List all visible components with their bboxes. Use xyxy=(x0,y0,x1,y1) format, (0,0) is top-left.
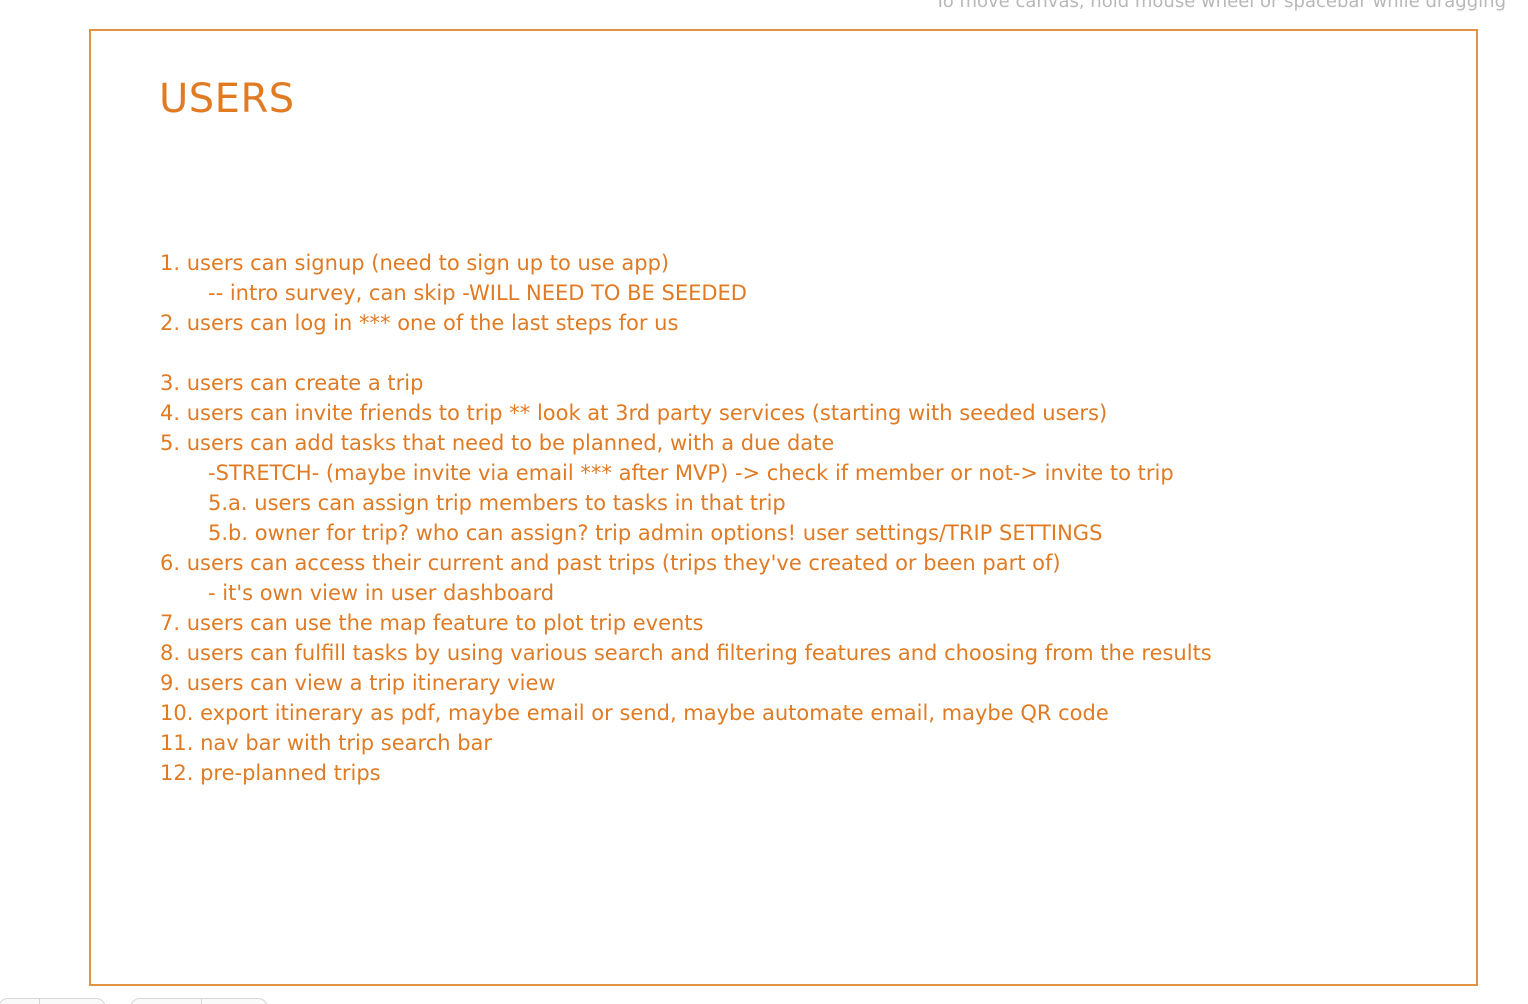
note-line: 10. export itinerary as pdf, maybe email… xyxy=(160,701,1109,725)
blank-line xyxy=(160,338,1212,368)
note-line: 1. users can signup (need to sign up to … xyxy=(160,251,670,275)
note-line: 3. users can create a trip xyxy=(160,371,424,395)
note-line: - it's own view in user dashboard xyxy=(208,581,555,605)
undo-redo-control-group xyxy=(130,998,268,1004)
note-line: 9. users can view a trip itinerary view xyxy=(160,671,556,695)
note-line: 5. users can add tasks that need to be p… xyxy=(160,431,835,455)
note-line: 4. users can invite friends to trip ** l… xyxy=(160,401,1108,425)
drawing-canvas[interactable]: USERS 1. users can signup (need to sign … xyxy=(0,0,1528,1004)
note-line: -STRETCH- (maybe invite via email *** af… xyxy=(208,461,1174,485)
note-line: 7. users can use the map feature to plot… xyxy=(160,611,704,635)
user-stories-text[interactable]: 1. users can signup (need to sign up to … xyxy=(160,248,1212,788)
note-line: 6. users can access their current and pa… xyxy=(160,551,1061,575)
frame-title[interactable]: USERS xyxy=(159,76,295,122)
note-line: 12. pre-planned trips xyxy=(160,761,381,785)
note-line: -- intro survey, can skip -WILL NEED TO … xyxy=(208,281,747,305)
note-line: 5.a. users can assign trip members to ta… xyxy=(208,491,786,515)
note-line: 8. users can fulfill tasks by using vari… xyxy=(160,641,1212,665)
zoom-control-group xyxy=(0,998,106,1004)
note-line: 11. nav bar with trip search bar xyxy=(160,731,493,755)
note-line: 2. users can log in *** one of the last … xyxy=(160,311,679,335)
note-line: 5.b. owner for trip? who can assign? tri… xyxy=(208,521,1103,545)
